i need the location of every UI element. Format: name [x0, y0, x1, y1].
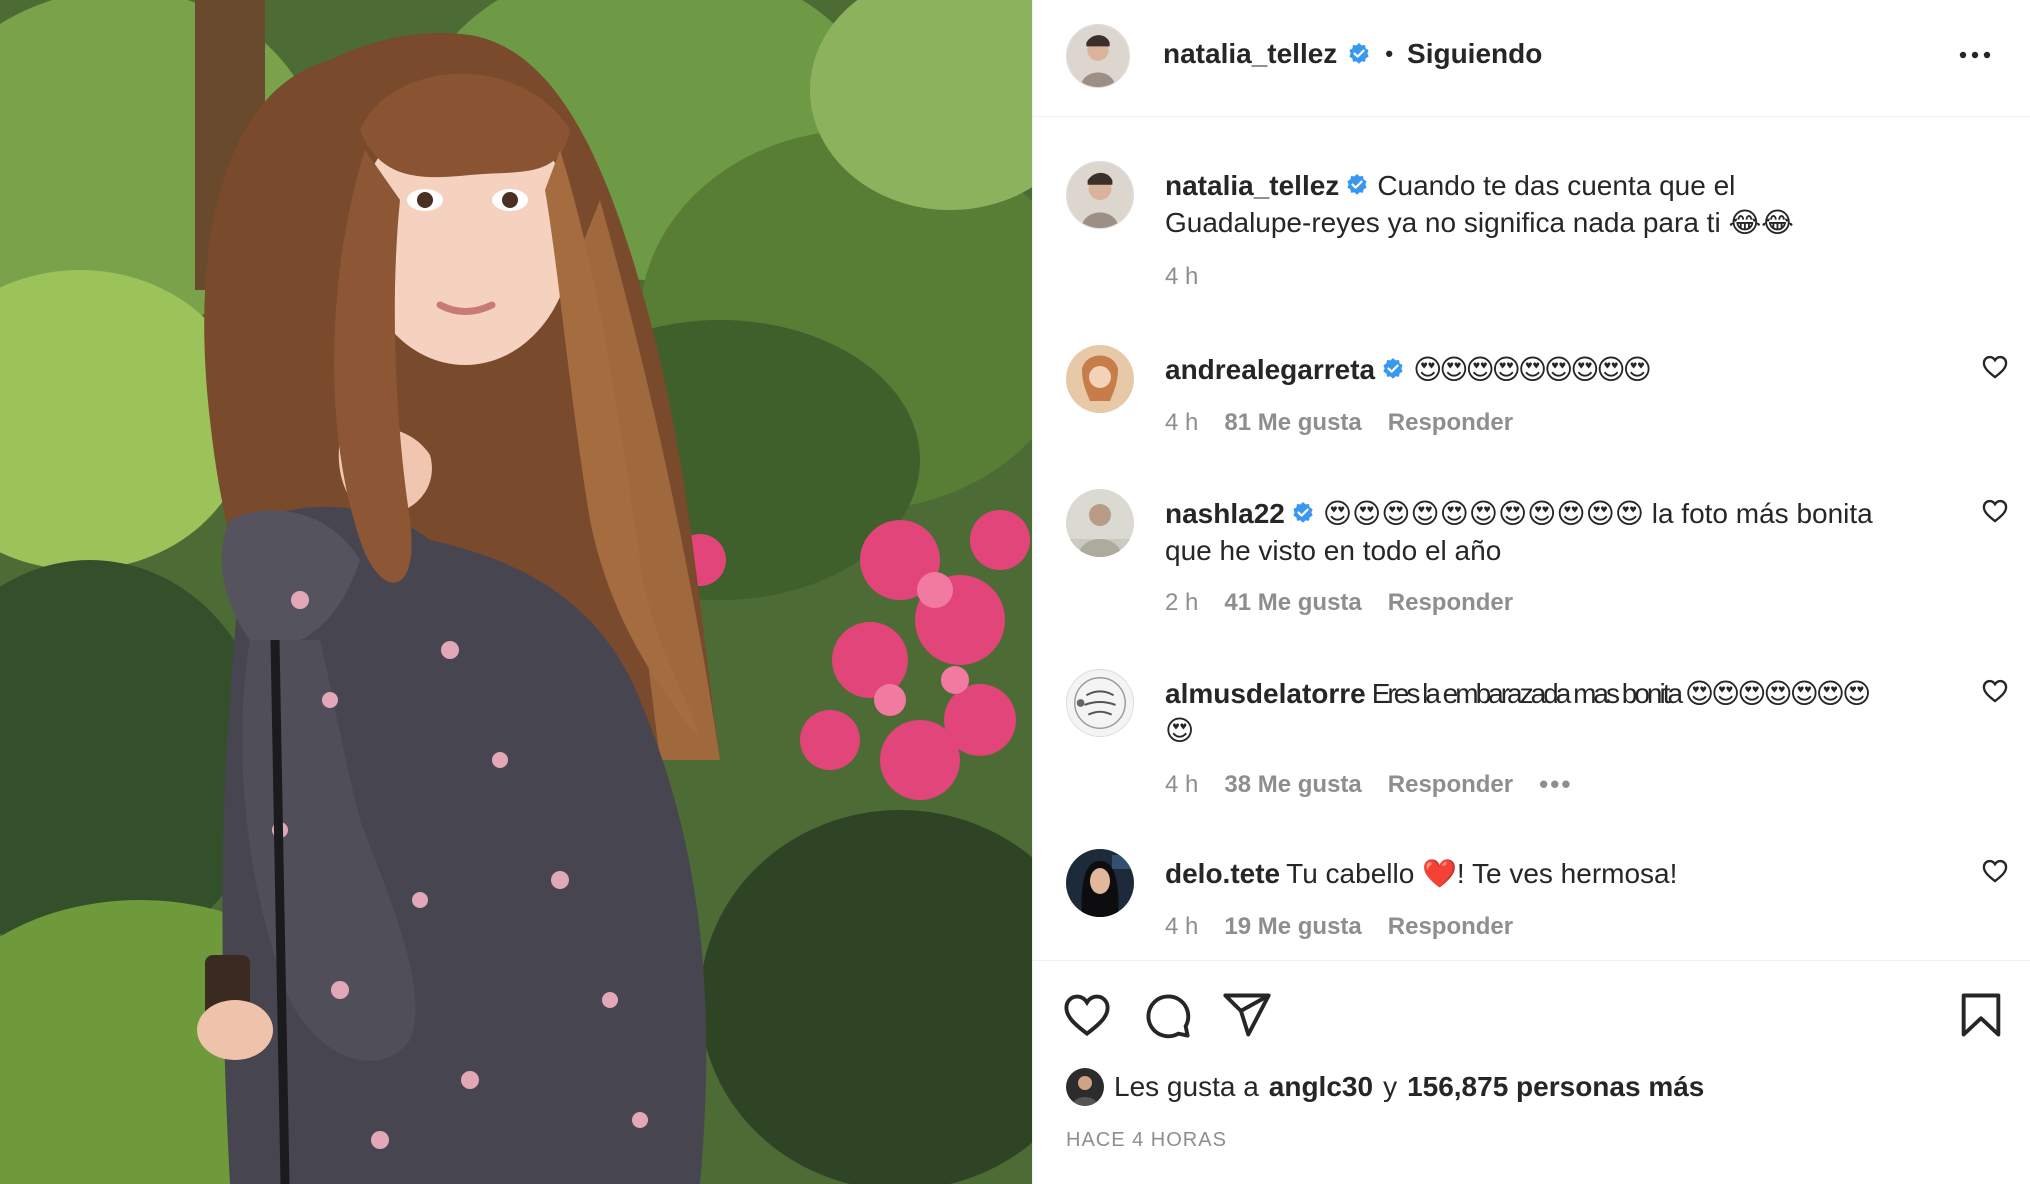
- instagram-post: natalia_tellez • Siguiendo natalia_telle…: [0, 0, 2030, 1184]
- post-photo[interactable]: [0, 0, 1032, 1184]
- bookmark-icon[interactable]: [1955, 989, 2007, 1041]
- comment-meta: 4 h 38 Me gusta Responder •••: [1165, 769, 1572, 800]
- more-options-icon[interactable]: [1957, 40, 1993, 70]
- comment-heart-icon[interactable]: [1981, 857, 2009, 885]
- comment-heart-icon[interactable]: [1981, 353, 2009, 381]
- likes-summary: Les gusta a anglc30 y 156,875 personas m…: [1066, 1068, 1704, 1106]
- commenter-avatar[interactable]: [1066, 849, 1134, 917]
- comment-text: 😍😍😍😍😍😍😍😍😍: [1413, 354, 1652, 385]
- comment-username[interactable]: andrealegarreta: [1165, 354, 1375, 385]
- comment-text-block: nashla22 😍😍😍😍😍😍😍😍😍😍😍 la foto más bonita q…: [1165, 495, 1885, 569]
- comment-text-block: almusdelatorre Eres la embarazada mas bon…: [1165, 675, 1885, 749]
- comment-time[interactable]: 2 h: [1165, 589, 1198, 617]
- comment-heart-icon[interactable]: [1981, 677, 2009, 705]
- commenter-avatar[interactable]: [1066, 345, 1134, 413]
- comment-meta: 4 h 19 Me gusta Responder: [1165, 913, 1513, 941]
- reply-button[interactable]: Responder: [1388, 589, 1513, 617]
- comment-likes-count[interactable]: 41 Me gusta: [1224, 589, 1361, 617]
- post-timestamp[interactable]: HACE 4 HORAS: [1066, 1129, 1227, 1152]
- comment-likes-count[interactable]: 81 Me gusta: [1224, 409, 1361, 437]
- comment-meta: 2 h 41 Me gusta Responder: [1165, 589, 1513, 617]
- verified-badge-icon: [1347, 42, 1371, 66]
- liker-username[interactable]: anglc30: [1269, 1071, 1373, 1103]
- comment-time[interactable]: 4 h: [1165, 409, 1198, 437]
- comment-likes-count[interactable]: 38 Me gusta: [1224, 771, 1361, 799]
- caption-author-avatar[interactable]: [1066, 161, 1134, 229]
- likes-prefix: Les gusta a: [1114, 1071, 1259, 1102]
- comment-text-block: delo.tete Tu cabello ❤️! Te ves hermosa!: [1165, 855, 1885, 892]
- comment-meta: 4 h 81 Me gusta Responder: [1165, 409, 1513, 437]
- reply-button[interactable]: Responder: [1388, 409, 1513, 437]
- likes-count[interactable]: 156,875 personas más: [1407, 1071, 1704, 1103]
- header-user-row: natalia_tellez • Siguiendo: [1163, 36, 1542, 72]
- author-username[interactable]: natalia_tellez: [1163, 38, 1337, 70]
- commenter-avatar[interactable]: [1066, 489, 1134, 557]
- comments-section[interactable]: natalia_tellez Cuando te das cuenta que e…: [1033, 117, 2030, 961]
- likes-connector: y: [1383, 1071, 1398, 1102]
- comment-username[interactable]: nashla22: [1165, 498, 1285, 529]
- reply-button[interactable]: Responder: [1388, 771, 1513, 799]
- comment-username[interactable]: almusdelatorre: [1165, 678, 1366, 709]
- photo-illustration: [0, 0, 1032, 1184]
- comment-more-options[interactable]: •••: [1539, 769, 1572, 800]
- comment-icon[interactable]: [1141, 989, 1193, 1041]
- header-separator: •: [1385, 41, 1394, 66]
- comment-username[interactable]: delo.tete: [1165, 858, 1280, 889]
- comment-text: Tu cabello ❤️! Te ves hermosa!: [1286, 858, 1678, 889]
- caption-text-block: natalia_tellez Cuando te das cuenta que e…: [1165, 167, 1885, 241]
- caption-username[interactable]: natalia_tellez: [1165, 170, 1339, 201]
- comment-text-block: andrealegarreta 😍😍😍😍😍😍😍😍😍: [1165, 351, 1885, 388]
- post-actions: Les gusta a anglc30 y 156,875 personas m…: [1033, 961, 2030, 1184]
- commenter-avatar[interactable]: [1066, 669, 1134, 737]
- comment-time[interactable]: 4 h: [1165, 771, 1198, 799]
- share-icon[interactable]: [1221, 989, 1273, 1041]
- verified-badge-icon: [1291, 501, 1315, 525]
- liker-avatar[interactable]: [1066, 1068, 1104, 1106]
- post-side-panel: natalia_tellez • Siguiendo natalia_telle…: [1032, 0, 2030, 1184]
- heart-icon[interactable]: [1061, 989, 1113, 1041]
- comment-likes-count[interactable]: 19 Me gusta: [1224, 913, 1361, 941]
- follow-button[interactable]: Siguiendo: [1407, 38, 1542, 70]
- caption-time[interactable]: 4 h: [1165, 263, 1198, 291]
- reply-button[interactable]: Responder: [1388, 913, 1513, 941]
- author-avatar[interactable]: [1066, 24, 1130, 88]
- caption-meta: 4 h: [1165, 263, 1198, 291]
- comment-time[interactable]: 4 h: [1165, 913, 1198, 941]
- verified-badge-icon: [1381, 357, 1405, 381]
- verified-badge-icon: [1345, 173, 1369, 197]
- comment-heart-icon[interactable]: [1981, 497, 2009, 525]
- post-header: natalia_tellez • Siguiendo: [1033, 0, 2030, 117]
